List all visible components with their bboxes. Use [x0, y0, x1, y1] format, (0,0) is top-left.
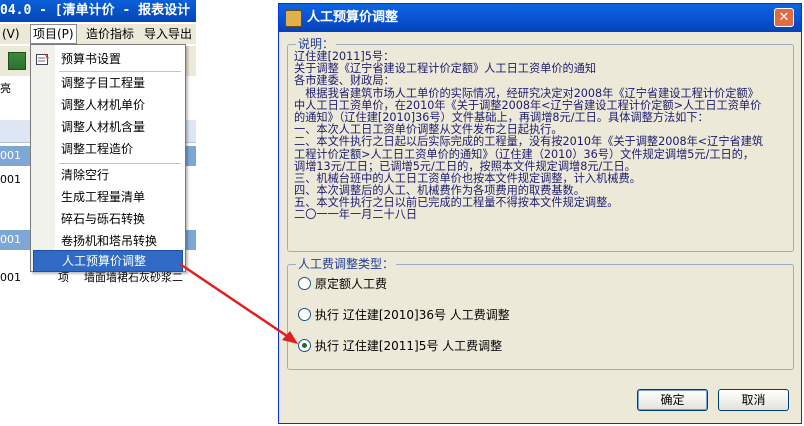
spreadsheet-icon[interactable]	[8, 52, 26, 70]
close-button[interactable]: ✕	[774, 8, 794, 27]
menu-item-clear-empty-rows[interactable]: 清除空行	[31, 165, 185, 185]
cancel-button[interactable]: 取消	[718, 389, 789, 411]
project-context-menu: 预算书设置 调整子目工程量 调整人材机单价 调整人材机含量 调整工程造价 清除空…	[30, 44, 186, 272]
menu-item-label: 预算书设置	[61, 52, 122, 66]
ok-button[interactable]: 确定	[637, 389, 708, 411]
radio-button-selected[interactable]	[298, 339, 311, 352]
notice-groupbox: 说明： 辽住建[2011]5号： 关于调整《辽宁省建设工程计价定额》人工日工资单…	[287, 37, 794, 252]
app-title: 04.0 - [清单计价 - 报表设计	[0, 3, 191, 18]
labor-budget-dialog: 人工预算价调整 ✕ 说明： 辽住建[2011]5号： 关于调整《辽宁省建设工程计…	[278, 3, 802, 424]
notice-line: 各市建委、财政局：	[294, 74, 395, 88]
radio-button[interactable]	[298, 308, 311, 321]
menu-separator	[59, 163, 181, 164]
notice-line: 根据我省建筑市场人工单价的实际情况，经研究决定对2008年《辽宁省建设工程计价定…	[294, 86, 759, 100]
adjust-type-groupbox: 人工费调整类型： 原定额人工费 执行 辽住建[2010]36号 人工费调整 执行…	[287, 257, 794, 370]
menu-item-adjust-cost[interactable]: 调整工程造价	[31, 139, 185, 159]
toolbar-dropdown[interactable]: 亮	[0, 80, 11, 96]
menu-view[interactable]: (V)	[2, 24, 20, 44]
menu-import-export[interactable]: 导入导出	[144, 24, 192, 44]
menu-item-adjust-content[interactable]: 调整人材机含量	[31, 117, 185, 137]
notice-line: 工程计价定额>人工日工资单价的通知》（辽住建（2010）36号）文件规定调增5元…	[294, 147, 755, 161]
menu-separator	[59, 71, 181, 72]
menu-item-budget-settings[interactable]: 预算书设置	[31, 49, 185, 69]
app-icon	[285, 10, 302, 27]
menu-item-gravel-convert[interactable]: 碎石与砾石转换	[31, 209, 185, 229]
budget-settings-icon	[36, 53, 49, 65]
app-menubar: (V) 项目(P) 造价指标 导入导出	[0, 24, 196, 44]
menu-item-hoist-crane-convert[interactable]: 卷扬机和塔吊转换	[31, 231, 185, 251]
notice-legend: 说明：	[296, 37, 337, 51]
menu-item-generate-bill[interactable]: 生成工程量清单	[31, 187, 185, 207]
adjust-type-legend: 人工费调整类型：	[296, 257, 397, 271]
menu-price-index[interactable]: 造价指标	[86, 24, 134, 44]
menu-item-adjust-quantity[interactable]: 调整子目工程量	[31, 73, 185, 93]
notice-line: 二、本文件执行之日起以后实际完成的工程量，没有按2010年《关于调整2008年<…	[294, 135, 764, 149]
notice-line: 二〇一一年一月二十八日	[294, 208, 418, 222]
menu-item-labor-budget-adjust[interactable]: 人工预算价调整	[33, 250, 183, 272]
menu-project[interactable]: 项目(P)	[30, 24, 77, 44]
dialog-title-bar[interactable]: 人工预算价调整 ✕	[279, 4, 801, 32]
app-title-bar: 04.0 - [清单计价 - 报表设计	[0, 0, 196, 22]
notice-text: 辽住建[2011]5号： 关于调整《辽宁省建设工程计价定额》人工日工资单价的通知…	[294, 50, 789, 222]
menu-item-adjust-price[interactable]: 调整人材机单价	[31, 95, 185, 115]
radio-button[interactable]	[298, 277, 311, 290]
dialog-title: 人工预算价调整	[307, 10, 399, 25]
